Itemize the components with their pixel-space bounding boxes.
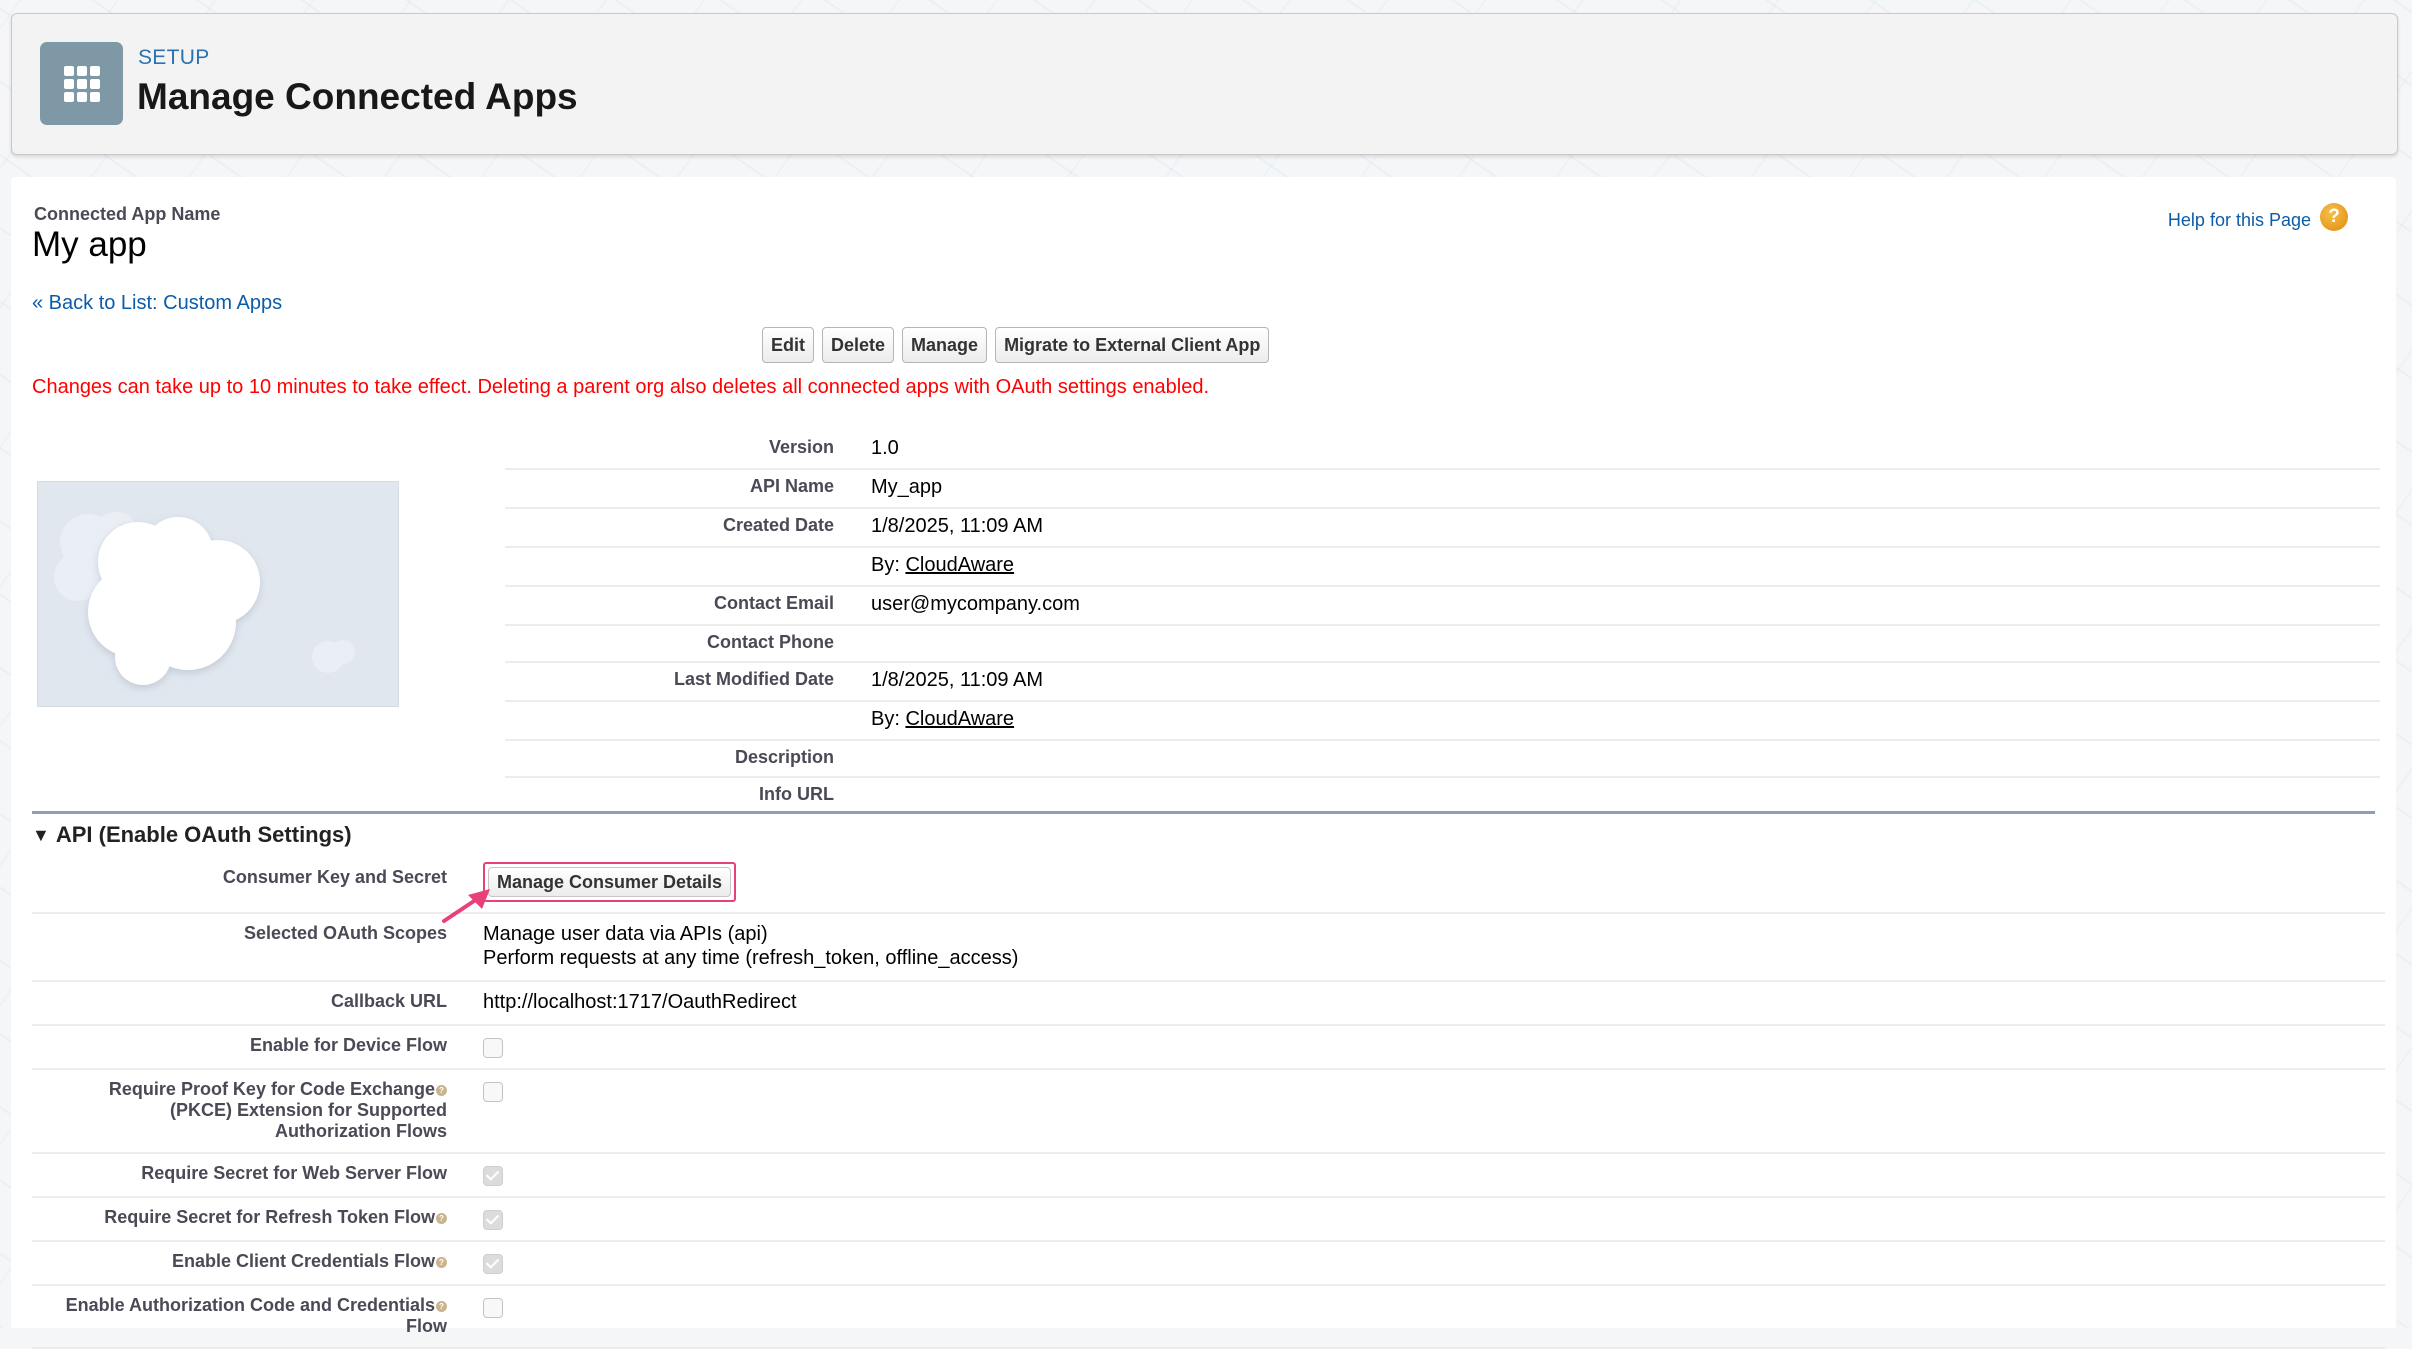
detail-value: 1/8/2025, 11:09 AM: [871, 669, 1043, 691]
detail-row-last-modified-date: Last Modified Date 1/8/2025, 11:09 AM: [505, 663, 2380, 702]
detail-row-created-by: By: CloudAware: [505, 548, 2380, 587]
help-icon[interactable]: ?: [2320, 203, 2348, 231]
detail-card: Connected App Name My app « Back to List…: [11, 177, 2396, 1349]
detail-row-info-url: Info URL: [505, 778, 2380, 813]
app-name: My app: [32, 225, 147, 264]
oauth-label: Selected OAuth Scopes: [243, 923, 447, 943]
created-by-user-link[interactable]: CloudAware: [905, 554, 1014, 576]
detail-label: Contact Phone: [706, 632, 834, 652]
detail-value: 1/8/2025, 11:09 AM: [871, 515, 1043, 537]
manage-consumer-details-button[interactable]: Manage Consumer Details: [488, 867, 732, 897]
oauth-row-device-flow: Enable for Device Flow: [32, 1026, 2385, 1070]
manage-button[interactable]: Manage: [902, 327, 988, 363]
detail-row-created-date: Created Date 1/8/2025, 11:09 AM: [505, 509, 2380, 548]
detail-label: API Name: [749, 476, 834, 496]
section-divider: [32, 811, 2375, 814]
highlight-box: Manage Consumer Details: [483, 862, 737, 902]
app-name-label: Connected App Name: [34, 204, 221, 224]
auth-code-credentials-checkbox[interactable]: [483, 1298, 503, 1318]
oauth-label: Require Secret for Web Server Flow: [141, 1163, 447, 1183]
annotation-arrow-icon: [442, 889, 490, 923]
by-prefix: By:: [871, 708, 906, 730]
detail-value: By: CloudAware: [871, 548, 1014, 585]
collapse-triangle-icon: ▼: [32, 825, 50, 845]
scope-item: Manage user data via APIs (api): [483, 923, 768, 945]
help-icon[interactable]: ?: [436, 1213, 447, 1224]
help-icon[interactable]: ?: [436, 1085, 447, 1096]
detail-row-api-name: API Name My_app: [505, 470, 2380, 509]
app-logo: [37, 481, 399, 707]
modified-by-user-link[interactable]: CloudAware: [905, 708, 1014, 730]
detail-label: Created Date: [722, 515, 834, 535]
oauth-row-scopes: Selected OAuth Scopes Manage user data v…: [32, 914, 2385, 982]
detail-row-description: Description: [505, 741, 2380, 778]
detail-label: Info URL: [759, 784, 834, 804]
detail-value: By: CloudAware: [871, 702, 1014, 739]
client-credentials-checkbox[interactable]: [483, 1254, 503, 1274]
oauth-row-callback-url: Callback URL http://localhost:1717/Oauth…: [32, 982, 2385, 1026]
detail-label: Description: [734, 747, 834, 767]
scope-item: Perform requests at any time (refresh_to…: [483, 947, 1019, 969]
by-prefix: By:: [871, 554, 906, 576]
api-section-title: API (Enable OAuth Settings): [55, 822, 352, 847]
detail-value: user@mycompany.com: [871, 593, 1080, 615]
secret-web-server-checkbox[interactable]: [483, 1166, 503, 1186]
detail-label: [505, 702, 834, 739]
action-buttons: Edit Delete Manage Migrate to External C…: [762, 327, 1270, 363]
device-flow-checkbox[interactable]: [483, 1038, 503, 1058]
back-to-list-link[interactable]: « Back to List: Custom Apps: [32, 292, 282, 315]
detail-label: [505, 548, 834, 585]
oauth-settings-table: Consumer Key and Secret Manage Consumer …: [32, 858, 2385, 1349]
pkce-checkbox[interactable]: [483, 1082, 503, 1102]
warning-message: Changes can take up to 10 minutes to tak…: [32, 376, 1210, 398]
detail-label: Contact Email: [713, 593, 834, 613]
oauth-row-pkce: Require Proof Key for Code Exchange? (PK…: [32, 1070, 2385, 1154]
page-title: Manage Connected Apps: [137, 76, 578, 117]
detail-row-contact-phone: Contact Phone: [505, 626, 2380, 663]
migrate-to-external-client-app-button[interactable]: Migrate to External Client App: [995, 327, 1270, 363]
oauth-label: Require Secret for Refresh Token Flow?: [32, 1198, 447, 1240]
oauth-label: Callback URL: [330, 991, 447, 1011]
api-section-toggle[interactable]: ▼ API (Enable OAuth Settings): [32, 822, 352, 848]
detail-row-version: Version 1.0: [505, 431, 2380, 470]
delete-button[interactable]: Delete: [822, 327, 895, 363]
detail-row-contact-email: Contact Email user@mycompany.com: [505, 587, 2380, 626]
oauth-label: Enable for Device Flow: [249, 1035, 447, 1055]
oauth-label: Consumer Key and Secret: [222, 867, 447, 887]
oauth-label: Require Proof Key for Code Exchange? (PK…: [108, 1079, 447, 1141]
help-icon[interactable]: ?: [436, 1257, 447, 1268]
app-grid-icon: [40, 42, 123, 125]
details-table: Version 1.0 API Name My_app Created Date…: [505, 431, 2380, 813]
secret-refresh-token-checkbox[interactable]: [483, 1210, 503, 1230]
header-eyebrow: SETUP: [138, 46, 210, 69]
oauth-row-auth-code-credentials: Enable Authorization Code and Credential…: [32, 1286, 2385, 1349]
oauth-row-consumer-key: Consumer Key and Secret Manage Consumer …: [32, 858, 2385, 914]
help-icon[interactable]: ?: [436, 1301, 447, 1312]
oauth-row-secret-refresh-token: Require Secret for Refresh Token Flow?: [32, 1198, 2385, 1242]
detail-value: My_app: [871, 476, 943, 498]
edit-button[interactable]: Edit: [762, 327, 814, 363]
oauth-row-secret-web-server: Require Secret for Web Server Flow: [32, 1154, 2385, 1198]
cloud-logo-icon: [54, 512, 355, 685]
detail-value: 1.0: [871, 437, 899, 459]
detail-row-last-modified-by: By: CloudAware: [505, 702, 2380, 741]
oauth-label: Enable Authorization Code and Credential…: [65, 1295, 447, 1336]
page-header: SETUP Manage Connected Apps: [11, 13, 2398, 155]
detail-label: Version: [768, 437, 834, 457]
oauth-label: Enable Client Credentials Flow?: [32, 1242, 447, 1284]
callback-url-value: http://localhost:1717/OauthRedirect: [483, 991, 797, 1013]
oauth-row-client-credentials: Enable Client Credentials Flow?: [32, 1242, 2385, 1286]
help-for-this-page-link[interactable]: Help for this Page: [2168, 210, 2311, 231]
detail-label: Last Modified Date: [673, 669, 834, 689]
